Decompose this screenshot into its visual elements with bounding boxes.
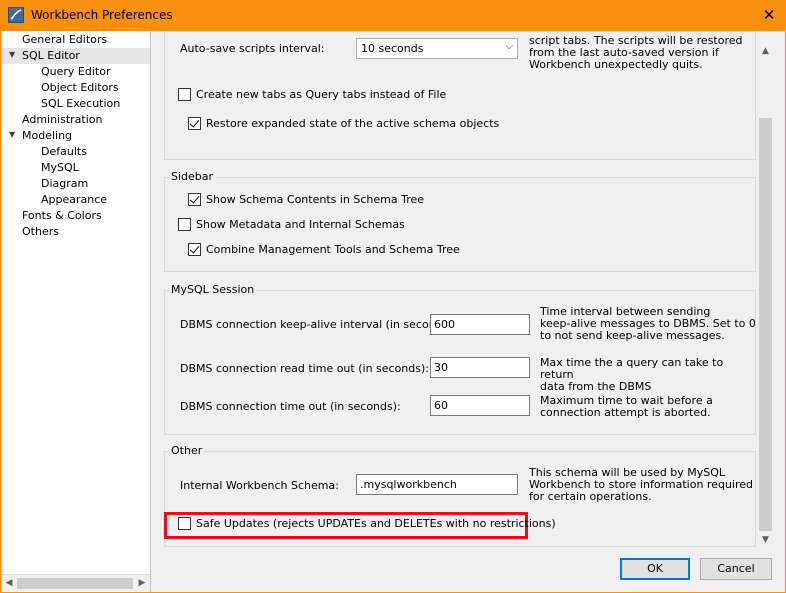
window-title: Workbench Preferences [31, 8, 173, 22]
read-timeout-label: DBMS connection read time out (in second… [180, 362, 429, 375]
autosave-interval-value: 10 seconds [361, 42, 424, 55]
read-timeout-input[interactable]: 30 [430, 357, 530, 378]
scrollbar-thumb[interactable] [759, 118, 772, 531]
internal-schema-note: This schema will be used by MySQL Workbe… [529, 466, 754, 503]
tree-item-defaults[interactable]: Defaults [41, 144, 87, 160]
close-icon[interactable]: ✕ [752, 1, 786, 30]
expand-arrow-icon[interactable]: ▼ [9, 130, 15, 139]
tree-item-fonts-colors[interactable]: Fonts & Colors [22, 208, 102, 224]
tree-item-others[interactable]: Others [22, 224, 59, 240]
read-timeout-note: Max time the a query can take to return … [540, 356, 724, 393]
restore-state-checkbox[interactable] [188, 117, 201, 130]
tree-item-diagram[interactable]: Diagram [41, 176, 88, 192]
tree-item-appearance[interactable]: Appearance [41, 192, 107, 208]
title-bar: Workbench Preferences ✕ [0, 0, 786, 31]
autosave-note: script tabs. The scripts will be restore… [529, 34, 743, 71]
metadata-checkbox[interactable] [178, 218, 191, 231]
new-tabs-label: Create new tabs as Query tabs instead of… [196, 88, 447, 101]
tree-item-administration[interactable]: Administration [22, 112, 103, 128]
expand-arrow-icon[interactable]: ▼ [9, 50, 15, 59]
tree-item-query-editor[interactable]: Query Editor [41, 64, 110, 80]
safe-updates-label: Safe Updates (rejects UPDATEs and DELETE… [196, 517, 556, 530]
other-group-title: Other [169, 444, 205, 457]
keepalive-input[interactable]: 600 [430, 314, 530, 335]
scroll-up-icon[interactable]: ▲ [757, 44, 774, 59]
conn-timeout-input[interactable]: 60 [430, 395, 530, 416]
preferences-content: Auto-save scripts interval: 10 seconds ⌵… [152, 31, 757, 550]
conn-timeout-label: DBMS connection time out (in seconds): [180, 400, 401, 413]
cancel-button[interactable]: Cancel [700, 558, 772, 580]
schema-contents-checkbox[interactable] [188, 193, 201, 206]
tree-item-sql-editor[interactable]: SQL Editor [1, 48, 150, 64]
safe-updates-checkbox[interactable] [178, 517, 191, 530]
scroll-right-icon[interactable]: ▶ [135, 576, 149, 591]
scroll-left-icon[interactable]: ◀ [2, 576, 16, 591]
combine-tools-label: Combine Management Tools and Schema Tree [206, 243, 460, 256]
keepalive-note: Time interval between sending keep-alive… [540, 305, 756, 342]
combine-tools-checkbox[interactable] [188, 243, 201, 256]
ok-button[interactable]: OK [620, 558, 690, 580]
sidebar-group-title: Sidebar [169, 170, 216, 183]
new-tabs-checkbox[interactable] [178, 88, 191, 101]
tree-item-general-editors[interactable]: General Editors [22, 32, 107, 48]
mysql-session-group-title: MySQL Session [169, 283, 257, 296]
workbench-app-icon [8, 7, 24, 23]
metadata-label: Show Metadata and Internal Schemas [196, 218, 405, 231]
tree-item-modeling[interactable]: Modeling [22, 128, 72, 144]
internal-schema-label: Internal Workbench Schema: [180, 479, 339, 492]
keepalive-label: DBMS connection keep-alive interval (in … [180, 318, 457, 331]
scroll-down-icon[interactable]: ▼ [757, 533, 774, 548]
chevron-down-icon: ⌵ [505, 41, 513, 52]
preferences-tree: General Editors SQL Editor ▼ Query Editor Ob… [1, 31, 151, 592]
tree-item-mysql[interactable]: MySQL [41, 160, 79, 176]
scrollbar-thumb[interactable] [17, 578, 133, 589]
tree-horizontal-scrollbar[interactable]: ◀ ▶ [1, 574, 150, 591]
tree-item-sql-execution[interactable]: SQL Execution [41, 96, 120, 112]
tree-item-object-editors[interactable]: Object Editors [41, 80, 119, 96]
autosave-interval-select[interactable]: 10 seconds ⌵ [356, 38, 518, 59]
content-vertical-scrollbar[interactable]: ▲ ▼ [757, 31, 774, 550]
schema-contents-label: Show Schema Contents in Schema Tree [206, 193, 425, 206]
internal-schema-input[interactable]: .mysqlworkbench [356, 474, 518, 495]
restore-state-label: Restore expanded state of the active sch… [206, 117, 500, 130]
autosave-label: Auto-save scripts interval: [180, 42, 325, 55]
conn-timeout-note: Maximum time to wait before a connection… [540, 394, 713, 419]
